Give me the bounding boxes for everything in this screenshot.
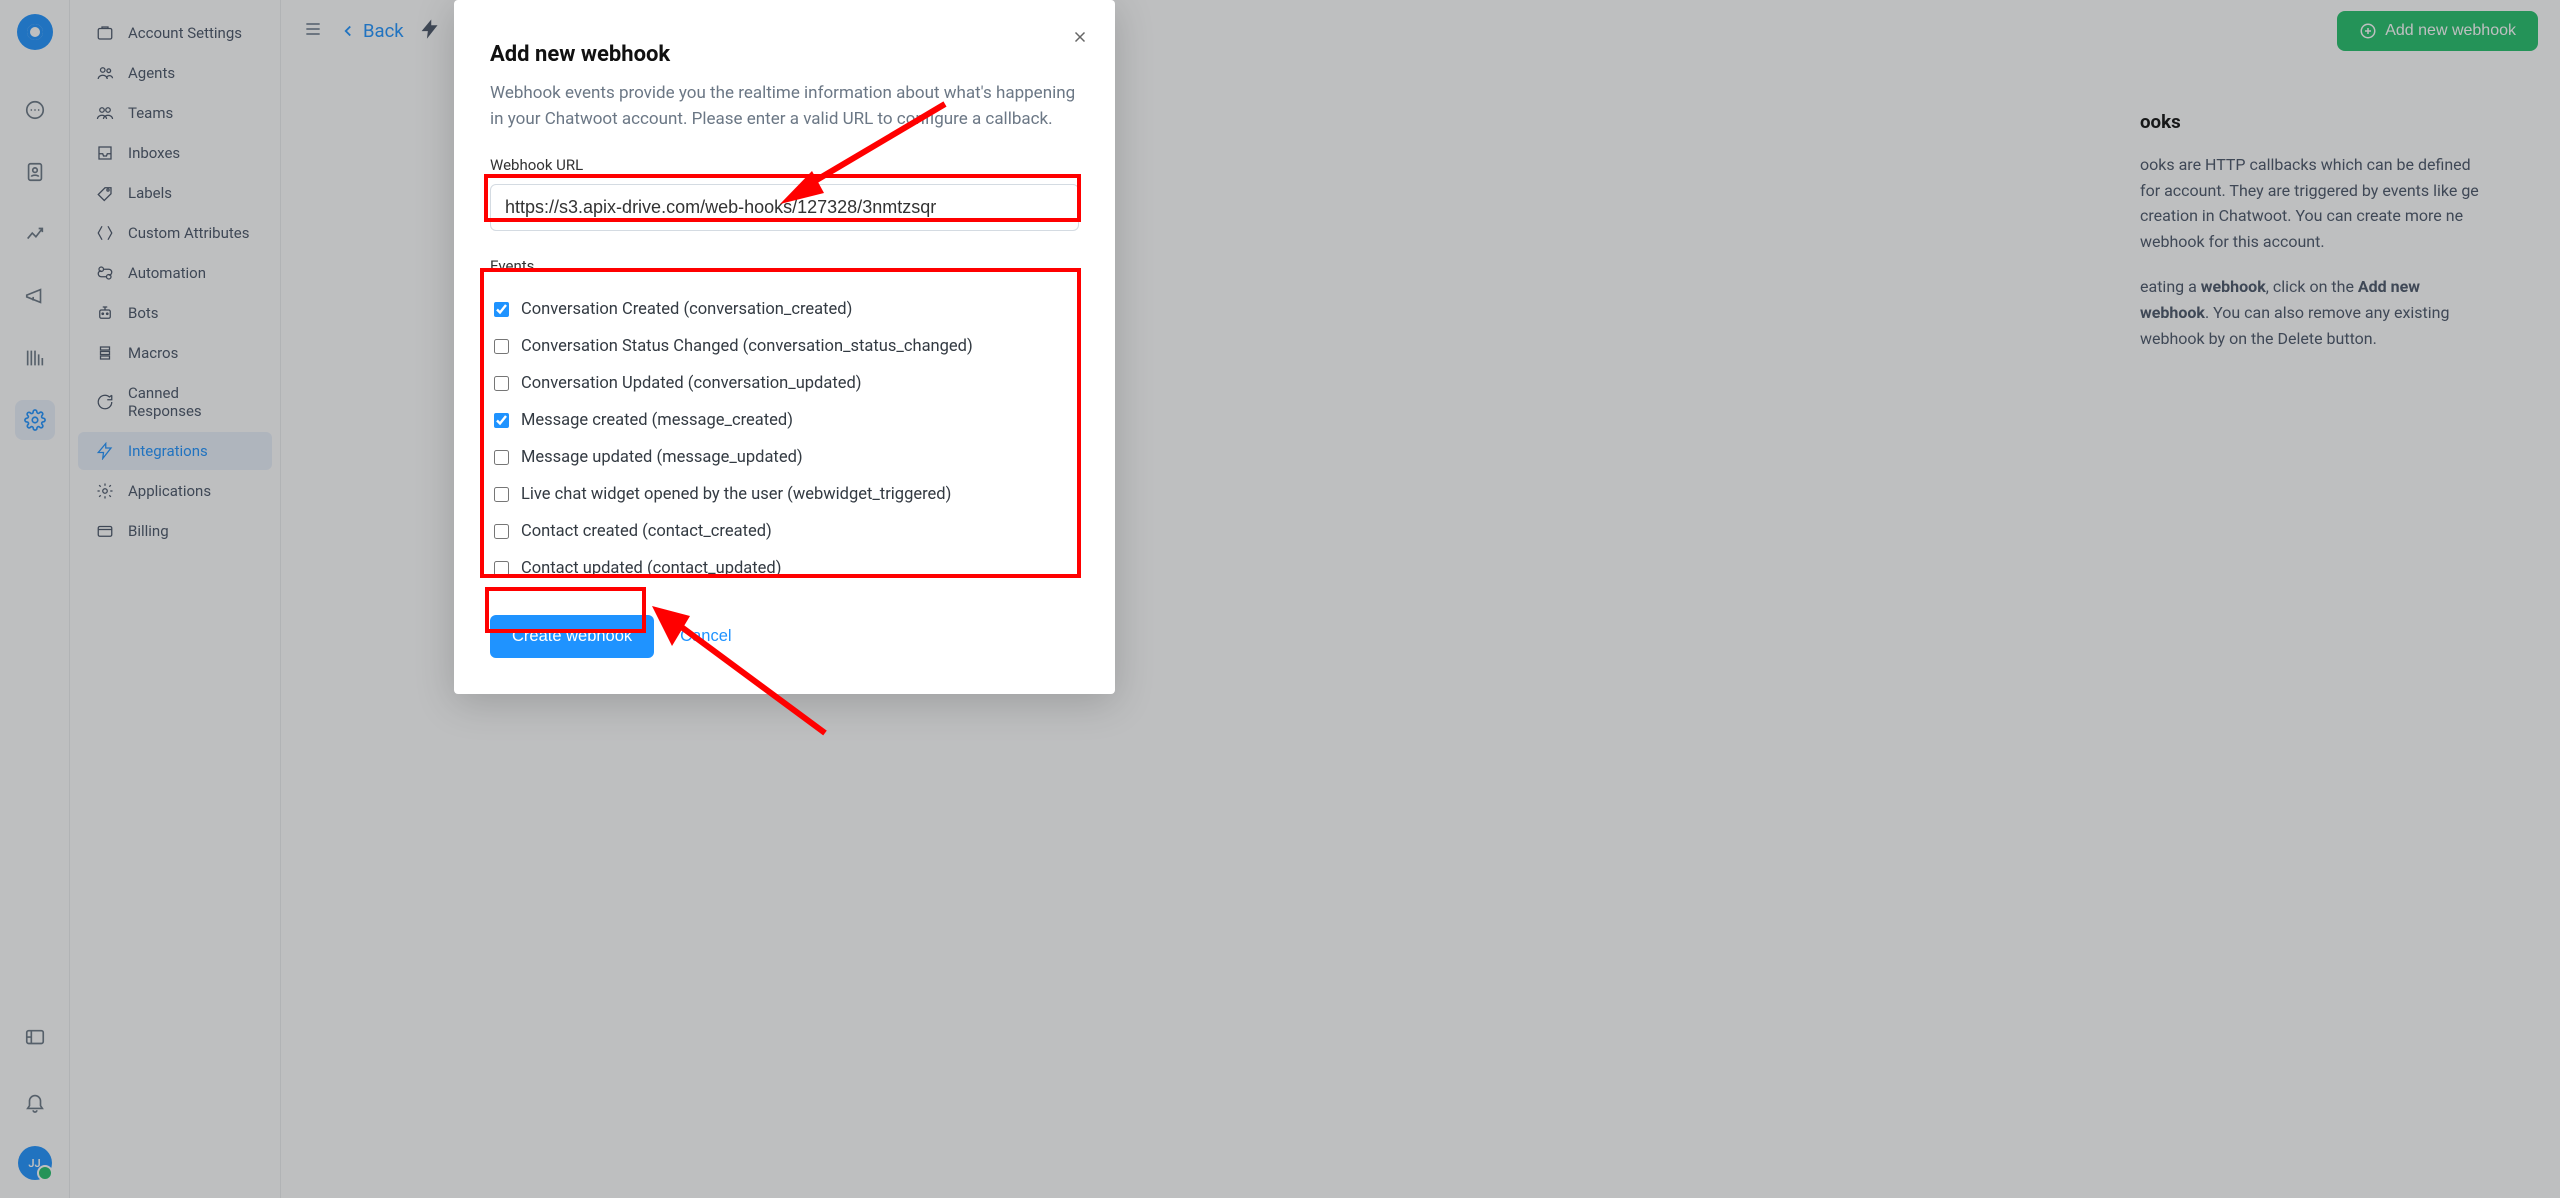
events-label: Events <box>490 257 1079 275</box>
event-contact-created[interactable]: Contact created (contact_created) <box>492 513 1077 550</box>
event-checkbox[interactable] <box>494 487 509 502</box>
dialog-title: Add new webhook <box>490 42 1079 67</box>
event-checkbox[interactable] <box>494 339 509 354</box>
event-conversation-created[interactable]: Conversation Created (conversation_creat… <box>492 291 1077 328</box>
event-contact-updated[interactable]: Contact updated (contact_updated) <box>492 550 1077 587</box>
event-label: Contact updated (contact_updated) <box>521 559 781 578</box>
event-label: Conversation Created (conversation_creat… <box>521 300 852 319</box>
event-checkbox[interactable] <box>494 524 509 539</box>
event-message-created[interactable]: Message created (message_created) <box>492 402 1077 439</box>
event-label: Conversation Updated (conversation_updat… <box>521 374 862 393</box>
webhook-url-label: Webhook URL <box>490 156 1079 174</box>
event-checkbox[interactable] <box>494 302 509 317</box>
modal-backdrop[interactable] <box>0 0 2560 1198</box>
dialog-actions: Create webhook Cancel <box>490 615 1079 658</box>
event-checkbox[interactable] <box>494 561 509 576</box>
event-label: Contact created (contact_created) <box>521 522 772 541</box>
event-message-updated[interactable]: Message updated (message_updated) <box>492 439 1077 476</box>
events-list: Conversation Created (conversation_creat… <box>490 285 1079 593</box>
event-label: Live chat widget opened by the user (web… <box>521 485 951 504</box>
webhook-url-input[interactable] <box>490 184 1079 231</box>
event-label: Message updated (message_updated) <box>521 448 803 467</box>
event-conversation-updated[interactable]: Conversation Updated (conversation_updat… <box>492 365 1077 402</box>
dialog-subtitle: Webhook events provide you the realtime … <box>490 81 1079 132</box>
event-checkbox[interactable] <box>494 450 509 465</box>
event-label: Conversation Status Changed (conversatio… <box>521 337 973 356</box>
event-checkbox[interactable] <box>494 413 509 428</box>
event-label: Message created (message_created) <box>521 411 793 430</box>
add-webhook-dialog: Add new webhook Webhook events provide y… <box>454 0 1115 694</box>
event-conversation-status-changed[interactable]: Conversation Status Changed (conversatio… <box>492 328 1077 365</box>
cancel-button[interactable]: Cancel <box>680 627 731 646</box>
event-checkbox[interactable] <box>494 376 509 391</box>
event-webwidget-triggered[interactable]: Live chat widget opened by the user (web… <box>492 476 1077 513</box>
close-icon[interactable] <box>1071 28 1089 50</box>
create-webhook-button[interactable]: Create webhook <box>490 615 654 658</box>
